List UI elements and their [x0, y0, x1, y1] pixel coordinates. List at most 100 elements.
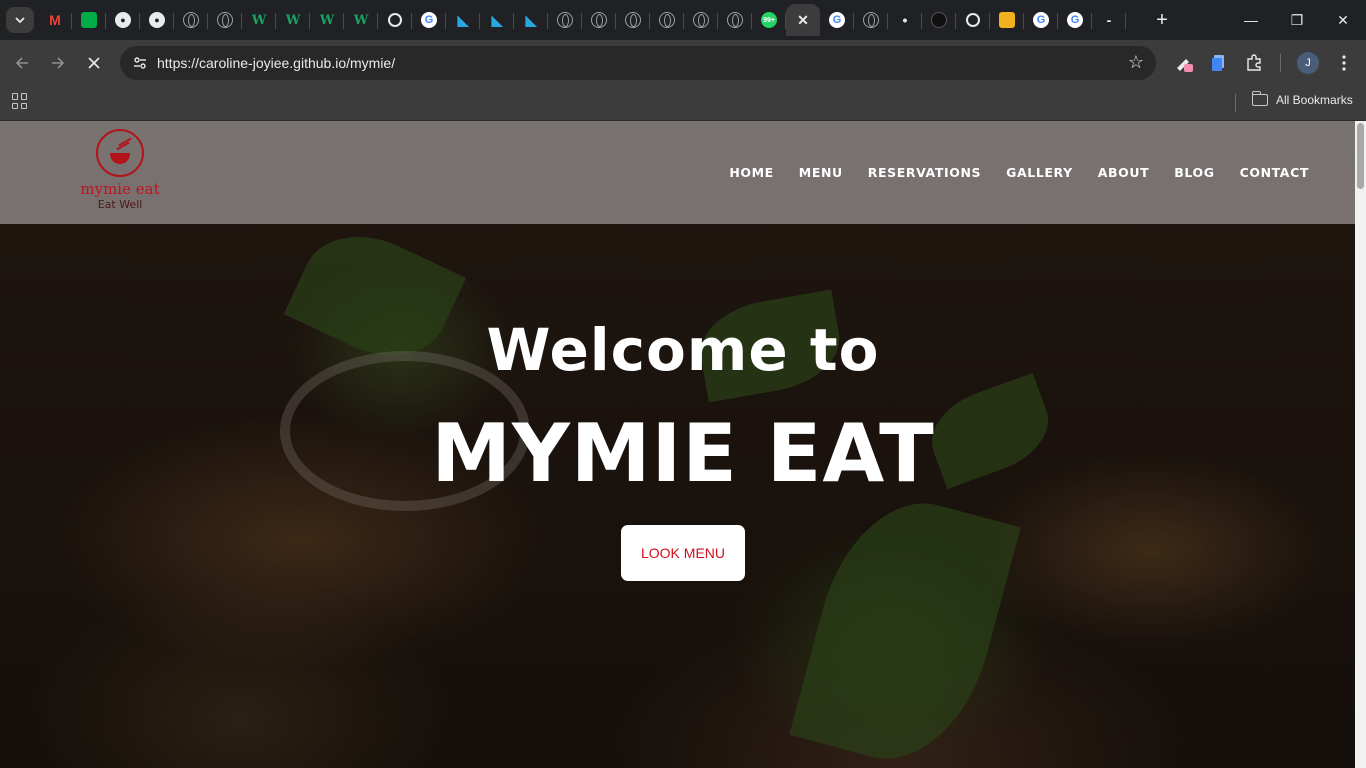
bookmark-star-icon[interactable]: ☆	[1128, 52, 1144, 72]
close-icon[interactable]: ✕	[795, 12, 811, 28]
google-icon: G	[829, 12, 845, 28]
browser-tab[interactable]: W	[276, 4, 310, 36]
chevron-down-icon	[15, 17, 25, 24]
browser-tab[interactable]	[378, 4, 412, 36]
browser-tab[interactable]	[72, 4, 106, 36]
whatsapp-icon: 99+	[761, 12, 777, 28]
browser-tab[interactable]: G	[1024, 4, 1058, 36]
globe-icon	[625, 12, 641, 28]
globe-icon	[693, 12, 709, 28]
browser-tab[interactable]: ●	[106, 4, 140, 36]
minimize-button[interactable]: —	[1228, 0, 1274, 40]
browser-tab[interactable]	[854, 4, 888, 36]
github-icon: ●	[115, 12, 131, 28]
main-nav: HOME MENU RESERVATIONS GALLERY ABOUT BLO…	[729, 165, 1309, 180]
url-text[interactable]: https://caroline-joyiee.github.io/mymie/	[157, 55, 395, 71]
globe-icon	[863, 12, 879, 28]
bolt-icon: ◣	[491, 12, 503, 28]
bug-icon	[931, 12, 947, 28]
close-window-button[interactable]: ✕	[1320, 0, 1366, 40]
close-icon	[88, 57, 100, 69]
browser-tab[interactable]: ●	[140, 4, 174, 36]
extension-docs-icon[interactable]	[1207, 52, 1229, 74]
browser-tab[interactable]: G	[412, 4, 446, 36]
browser-tab[interactable]: -	[1092, 4, 1126, 36]
blank-icon: -	[1106, 12, 1112, 28]
toolbar-divider	[1280, 54, 1281, 72]
logo-tagline: Eat Well	[97, 198, 143, 211]
w-site-icon: W	[319, 12, 335, 28]
nav-about[interactable]: ABOUT	[1098, 165, 1150, 180]
globe-icon	[183, 12, 199, 28]
browser-tab[interactable]: G	[1058, 4, 1092, 36]
browser-tab[interactable]	[208, 4, 242, 36]
browser-tab[interactable]	[616, 4, 650, 36]
page-scrollbar[interactable]	[1355, 121, 1366, 768]
browser-tab[interactable]	[990, 4, 1024, 36]
tab-active[interactable]: ✕	[786, 4, 820, 36]
new-tab-button[interactable]: +	[1150, 8, 1174, 32]
browser-tab[interactable]	[582, 4, 616, 36]
nav-home[interactable]: HOME	[729, 165, 773, 180]
browser-tab[interactable]: •	[888, 4, 922, 36]
browser-tab[interactable]	[956, 4, 990, 36]
google-icon: G	[1067, 12, 1083, 28]
page-viewport: mymie eat Eat Well HOME MENU RESERVATION…	[0, 121, 1355, 768]
restore-button[interactable]: ❐	[1274, 0, 1320, 40]
globe-icon	[591, 12, 607, 28]
browser-tab[interactable]: ◣	[446, 4, 480, 36]
browser-tab[interactable]: W	[310, 4, 344, 36]
w-site-icon: W	[251, 12, 267, 28]
scrollbar-thumb[interactable]	[1357, 123, 1364, 189]
globe-icon	[557, 12, 573, 28]
browser-toolbar: https://caroline-joyiee.github.io/mymie/…	[0, 40, 1366, 86]
hero-brand-title: MYMIE EAT	[431, 407, 935, 500]
extensions-puzzle-icon[interactable]	[1243, 52, 1265, 74]
browser-tab[interactable]: G	[820, 4, 854, 36]
noodle-bowl-icon	[96, 129, 144, 177]
forward-button[interactable]	[45, 50, 71, 76]
nav-blog[interactable]: BLOG	[1174, 165, 1214, 180]
gmail-icon: M	[49, 12, 61, 28]
browser-tab[interactable]	[922, 4, 956, 36]
browser-tab[interactable]: W	[242, 4, 276, 36]
browser-tab[interactable]	[650, 4, 684, 36]
w-site-icon: W	[353, 12, 369, 28]
globe-icon	[217, 12, 233, 28]
bookmarks-divider	[1235, 94, 1236, 112]
stop-loading-button[interactable]	[81, 50, 107, 76]
folder-icon	[1251, 91, 1268, 106]
browser-tab[interactable]	[174, 4, 208, 36]
arrow-left-icon	[15, 57, 28, 69]
back-button[interactable]	[9, 50, 35, 76]
profile-avatar[interactable]: J	[1297, 52, 1319, 74]
site-settings-icon[interactable]	[128, 51, 152, 75]
tab-search-button[interactable]	[6, 7, 34, 33]
all-bookmarks-button[interactable]: All Bookmarks	[1251, 91, 1353, 107]
google-icon: G	[1033, 12, 1049, 28]
extension-pen-icon[interactable]	[1173, 52, 1195, 74]
browser-tab[interactable]: M	[38, 4, 72, 36]
apps-grid-icon[interactable]	[12, 93, 28, 109]
browser-tab[interactable]: ◣	[514, 4, 548, 36]
nav-menu[interactable]: MENU	[799, 165, 843, 180]
browser-tab[interactable]	[684, 4, 718, 36]
chatgpt-icon	[388, 13, 402, 27]
bolt-icon: ◣	[457, 12, 469, 28]
all-bookmarks-label: All Bookmarks	[1276, 93, 1353, 107]
meet-icon	[81, 12, 97, 28]
browser-tab[interactable]: 99+	[752, 4, 786, 36]
nav-gallery[interactable]: GALLERY	[1006, 165, 1073, 180]
browser-tab[interactable]: W	[344, 4, 378, 36]
globe-icon	[727, 12, 743, 28]
site-logo[interactable]: mymie eat Eat Well	[78, 129, 162, 219]
hero-welcome-text: Welcome to	[486, 316, 880, 384]
nav-reservations[interactable]: RESERVATIONS	[868, 165, 981, 180]
browser-menu-icon[interactable]	[1333, 52, 1355, 74]
nav-contact[interactable]: CONTACT	[1240, 165, 1309, 180]
browser-tab[interactable]: ◣	[480, 4, 514, 36]
browser-tab[interactable]	[718, 4, 752, 36]
browser-tab[interactable]	[548, 4, 582, 36]
look-menu-button[interactable]: LOOK MENU	[621, 525, 745, 581]
address-bar[interactable]: https://caroline-joyiee.github.io/mymie/…	[120, 46, 1156, 80]
